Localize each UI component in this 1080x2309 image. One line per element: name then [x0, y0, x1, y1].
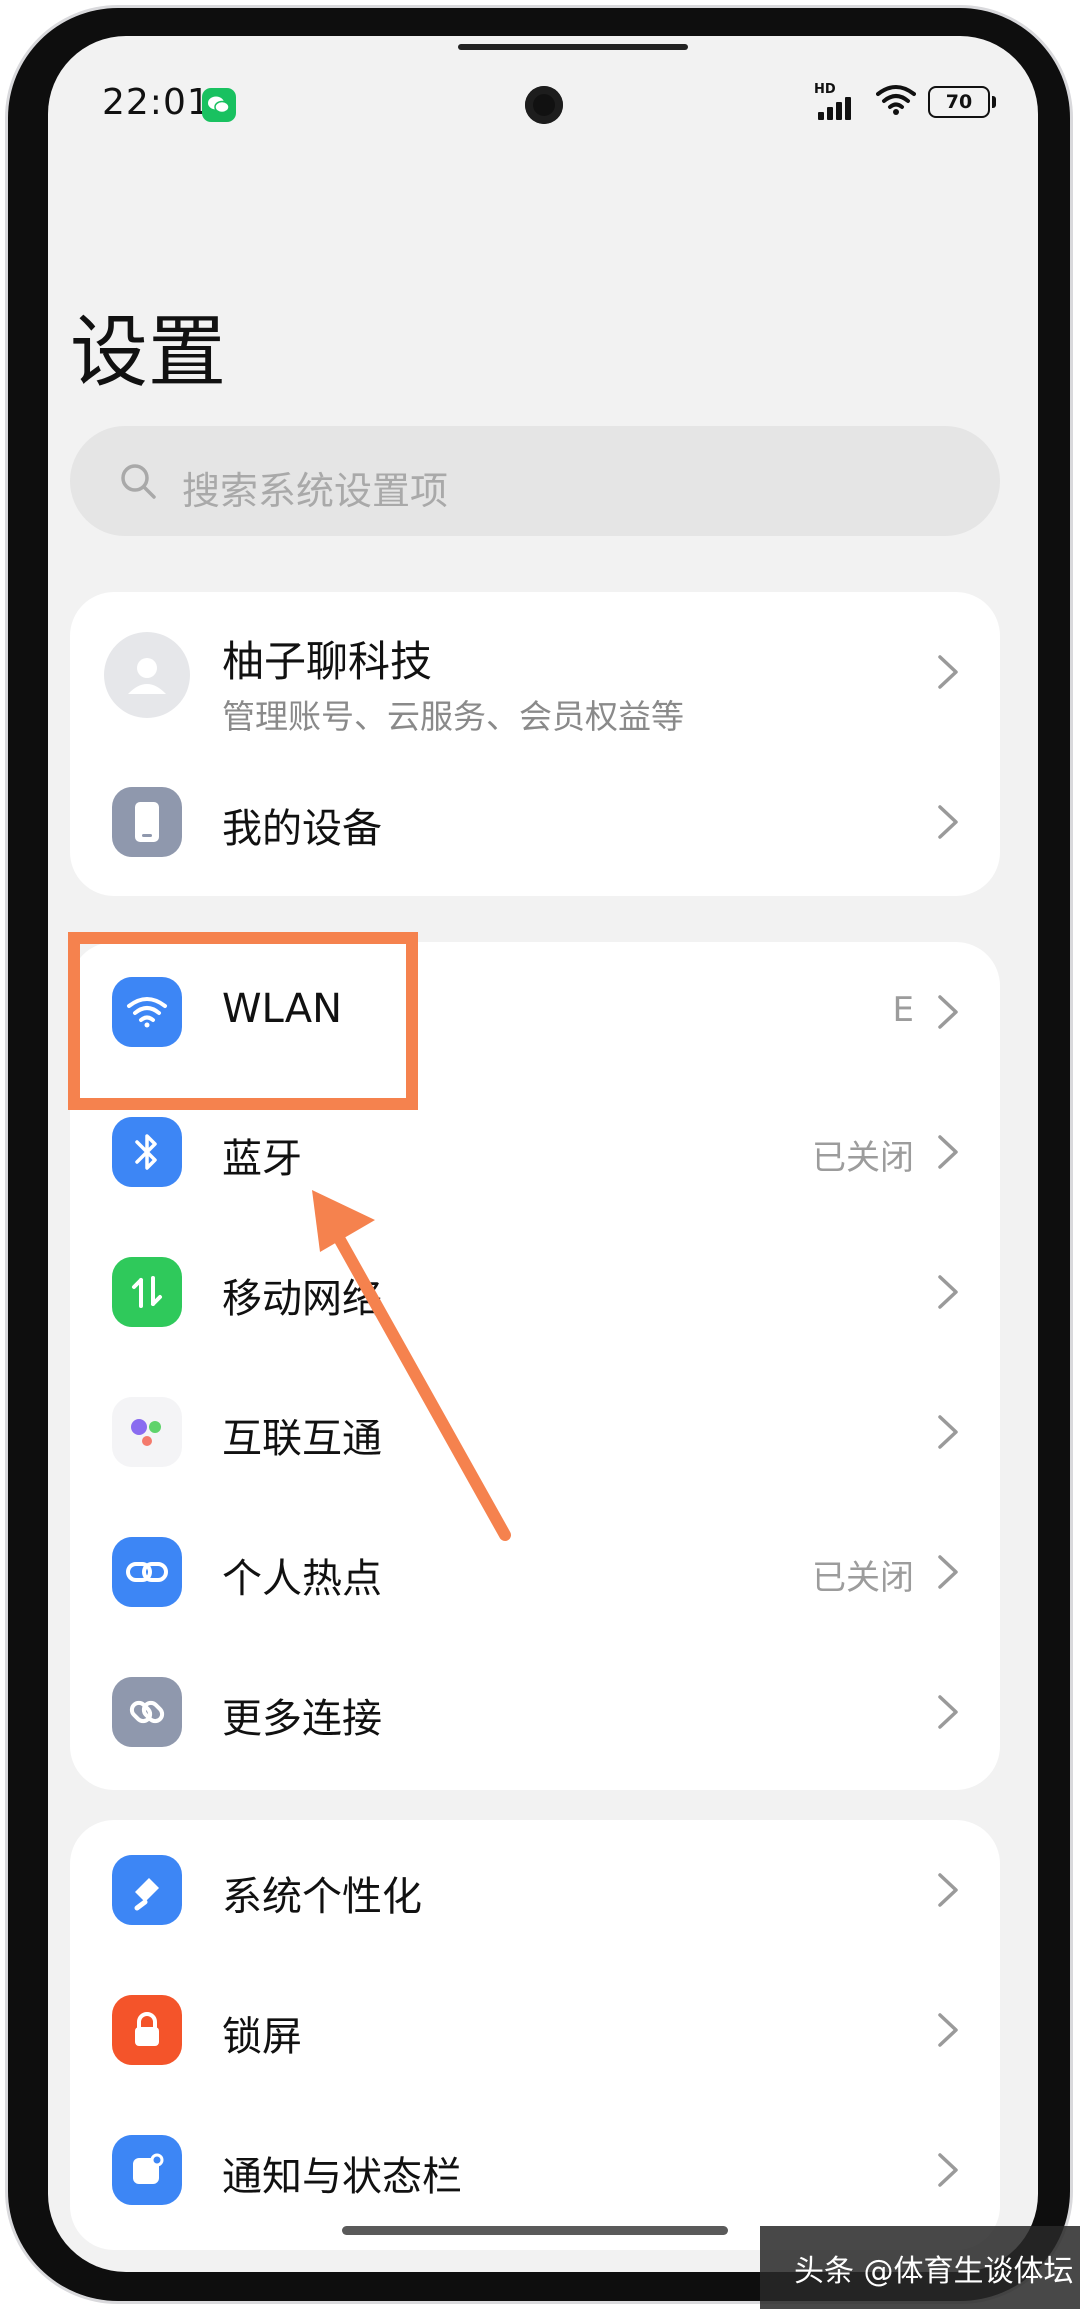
lock-icon	[112, 1995, 182, 2065]
status-bar: 22:01 HD 70	[48, 36, 1038, 156]
chevron-right-icon	[936, 994, 960, 1030]
battery-icon: 70	[928, 86, 996, 118]
search-placeholder: 搜索系统设置项	[182, 469, 449, 513]
bluetooth-label: 蓝牙	[222, 1136, 302, 1182]
interconnect-label: 互联互通	[222, 1416, 382, 1462]
account-card: 柚子聊科技 管理账号、云服务、会员权益等 我的设备	[70, 592, 1000, 896]
interconnect-icon	[112, 1397, 182, 1467]
notification-icon	[112, 2135, 182, 2205]
more-connections-icon	[112, 1677, 182, 1747]
theme-label: 系统个性化	[222, 1874, 422, 1920]
mobile-network-row[interactable]: 移动网络	[70, 1222, 1000, 1362]
front-camera	[525, 86, 563, 124]
account-row[interactable]: 柚子聊科技 管理账号、云服务、会员权益等	[70, 592, 1000, 752]
mobile-network-label: 移动网络	[222, 1276, 382, 1322]
more-connections-label: 更多连接	[222, 1696, 382, 1742]
wifi-status-icon	[876, 84, 916, 120]
notifications-row[interactable]: 通知与状态栏	[70, 2100, 1000, 2240]
personalization-card: 系统个性化 锁屏 通知与状态栏	[70, 1820, 1000, 2250]
bluetooth-value: 已关闭	[812, 1138, 914, 1178]
settings-search-bar[interactable]: 搜索系统设置项	[70, 426, 1000, 536]
chevron-right-icon	[936, 1274, 960, 1310]
chevron-right-icon	[936, 1554, 960, 1590]
bluetooth-icon	[112, 1117, 182, 1187]
my-device-label: 我的设备	[222, 806, 382, 852]
wlan-value: E	[892, 990, 914, 1030]
wlan-highlight-box	[68, 932, 418, 1110]
chevron-right-icon	[936, 804, 960, 840]
hotspot-label: 个人热点	[222, 1556, 382, 1602]
search-icon	[118, 461, 158, 501]
chevron-right-icon	[936, 1694, 960, 1730]
watermark: 头条 @体育生谈体坛	[760, 2226, 1080, 2309]
chevron-right-icon	[936, 2012, 960, 2048]
notifications-label: 通知与状态栏	[222, 2154, 462, 2200]
page-title: 设置	[70, 308, 227, 398]
mobile-data-icon	[112, 1257, 182, 1327]
hotspot-row[interactable]: 个人热点 已关闭	[70, 1502, 1000, 1642]
avatar	[104, 632, 190, 718]
brush-icon	[112, 1855, 182, 1925]
lock-screen-row[interactable]: 锁屏	[70, 1960, 1000, 2100]
home-indicator[interactable]	[342, 2226, 728, 2235]
chevron-right-icon	[936, 1872, 960, 1908]
status-time: 22:01	[102, 82, 211, 123]
chevron-right-icon	[936, 1414, 960, 1450]
wechat-notification-icon	[202, 88, 236, 122]
lock-screen-label: 锁屏	[222, 2014, 302, 2060]
interconnect-row[interactable]: 互联互通	[70, 1362, 1000, 1502]
hotspot-value: 已关闭	[812, 1558, 914, 1598]
hotspot-link-icon	[112, 1537, 182, 1607]
theme-row[interactable]: 系统个性化	[70, 1820, 1000, 1960]
account-name: 柚子聊科技	[222, 637, 433, 686]
my-device-row[interactable]: 我的设备	[70, 752, 1000, 892]
chevron-right-icon	[936, 2152, 960, 2188]
chevron-right-icon	[936, 654, 960, 690]
device-icon	[112, 787, 182, 857]
account-subtitle: 管理账号、云服务、会员权益等	[222, 697, 684, 736]
chevron-right-icon	[936, 1134, 960, 1170]
more-connections-row[interactable]: 更多连接	[70, 1642, 1000, 1782]
cellular-signal-icon: HD	[814, 82, 864, 120]
